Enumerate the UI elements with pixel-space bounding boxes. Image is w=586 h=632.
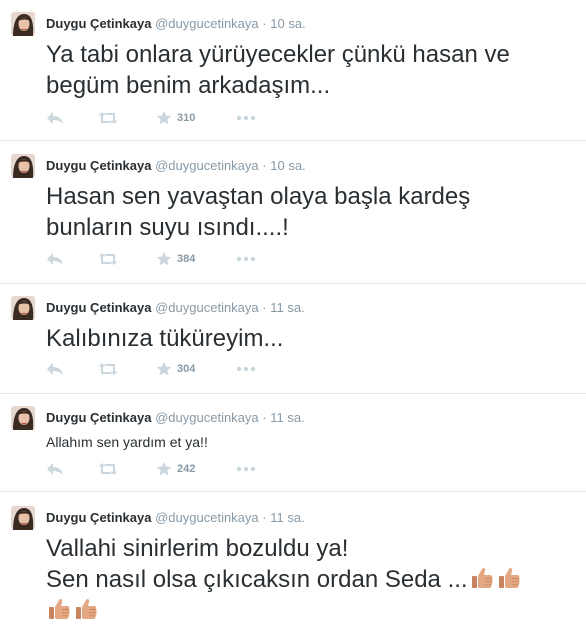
tweet[interactable]: Duygu Çetinkaya @duygucetinkaya · 11 sa.… <box>0 296 586 394</box>
tweet-feed: Duygu Çetinkaya @duygucetinkaya · 10 sa.… <box>0 0 586 632</box>
more-icon <box>236 256 256 262</box>
more-button[interactable] <box>236 361 256 377</box>
timestamp[interactable]: 10 sa. <box>270 158 305 173</box>
separator: · <box>262 158 267 173</box>
retweet-icon <box>98 361 118 377</box>
star-icon <box>156 361 172 377</box>
favorite-button[interactable]: 384 <box>156 251 195 267</box>
reply-button[interactable] <box>46 361 64 377</box>
favorite-count: 310 <box>177 112 196 124</box>
avatar[interactable] <box>11 406 35 430</box>
reply-button[interactable] <box>46 251 64 267</box>
reply-icon <box>46 251 64 267</box>
reply-icon <box>46 361 64 377</box>
emoji-line <box>45 595 576 626</box>
tweet-text-line: Vallahi sinirlerim bozuldu ya! <box>46 535 349 562</box>
tweet-header: Duygu Çetinkaya @duygucetinkaya · 11 sa. <box>46 410 305 426</box>
author-name[interactable]: Duygu Çetinkaya <box>46 158 151 173</box>
retweet-button[interactable] <box>98 251 118 267</box>
tweet-text: Allahım sen yardım et ya!! <box>46 434 208 450</box>
favorite-button[interactable]: 304 <box>156 361 195 377</box>
star-icon <box>156 251 172 267</box>
tweet[interactable]: Duygu Çetinkaya @duygucetinkaya · 11 sa.… <box>0 506 586 632</box>
author-handle[interactable]: @duygucetinkaya <box>155 158 259 173</box>
more-button[interactable] <box>236 251 256 267</box>
tweet-text: Kalıbınıza tüküreyim... <box>46 325 284 352</box>
favorite-count: 242 <box>177 463 196 475</box>
reply-button[interactable] <box>46 110 64 126</box>
tweet-actions: 384 <box>46 251 276 267</box>
tweet-header: Duygu Çetinkaya @duygucetinkaya · 11 sa. <box>46 510 305 526</box>
more-icon <box>236 466 256 472</box>
separator: · <box>262 510 267 525</box>
retweet-icon <box>98 461 118 477</box>
tweet-text-line-2: Sen nasıl olsa çıkıcaksın ordan Seda ... <box>46 564 576 595</box>
author-handle[interactable]: @duygucetinkaya <box>155 410 259 425</box>
retweet-button[interactable] <box>98 110 118 126</box>
tweet-actions: 310 <box>46 110 276 126</box>
tweet-actions: 242 <box>46 461 276 477</box>
author-handle[interactable]: @duygucetinkaya <box>155 16 259 31</box>
tweet-actions: 304 <box>46 361 276 377</box>
timestamp[interactable]: 11 sa. <box>270 300 304 315</box>
timestamp[interactable]: 11 sa. <box>270 410 304 425</box>
favorite-count: 384 <box>177 253 196 265</box>
reply-icon <box>46 110 64 126</box>
tweet-text: Vallahi sinirlerim bozuldu ya! Sen nasıl… <box>46 533 576 626</box>
tweet[interactable]: Duygu Çetinkaya @duygucetinkaya · 11 sa.… <box>0 406 586 492</box>
thumbs-up-emoji <box>496 565 522 591</box>
avatar[interactable] <box>11 296 35 320</box>
author-name[interactable]: Duygu Çetinkaya <box>46 410 151 425</box>
tweet[interactable]: Duygu Çetinkaya @duygucetinkaya · 10 sa.… <box>0 154 586 284</box>
tweet-text: Hasan sen yavaştan olaya başla kardeş bu… <box>46 183 471 241</box>
timestamp[interactable]: 11 sa. <box>270 510 304 525</box>
reply-button[interactable] <box>46 461 64 477</box>
tweet-header: Duygu Çetinkaya @duygucetinkaya · 10 sa. <box>46 158 306 174</box>
author-name[interactable]: Duygu Çetinkaya <box>46 16 151 31</box>
more-button[interactable] <box>236 461 256 477</box>
thumbs-up-emoji <box>469 565 495 591</box>
retweet-icon <box>98 110 118 126</box>
reply-icon <box>46 461 64 477</box>
favorite-count: 304 <box>177 363 196 375</box>
star-icon <box>156 110 172 126</box>
retweet-icon <box>98 251 118 267</box>
star-icon <box>156 461 172 477</box>
tweet-text: Ya tabi onlara yürüyecekler çünkü hasan … <box>46 41 510 99</box>
favorite-button[interactable]: 242 <box>156 461 195 477</box>
author-handle[interactable]: @duygucetinkaya <box>155 300 259 315</box>
separator: · <box>262 300 267 315</box>
tweet-header: Duygu Çetinkaya @duygucetinkaya · 10 sa. <box>46 16 306 32</box>
retweet-button[interactable] <box>98 461 118 477</box>
favorite-button[interactable]: 310 <box>156 110 195 126</box>
tweet[interactable]: Duygu Çetinkaya @duygucetinkaya · 10 sa.… <box>0 12 586 141</box>
author-handle[interactable]: @duygucetinkaya <box>155 510 259 525</box>
author-name[interactable]: Duygu Çetinkaya <box>46 510 151 525</box>
more-button[interactable] <box>236 110 256 126</box>
tweet-header: Duygu Çetinkaya @duygucetinkaya · 11 sa. <box>46 300 305 316</box>
author-name[interactable]: Duygu Çetinkaya <box>46 300 151 315</box>
timestamp[interactable]: 10 sa. <box>270 16 305 31</box>
thumbs-up-emoji <box>73 596 99 622</box>
avatar[interactable] <box>11 12 35 36</box>
retweet-button[interactable] <box>98 361 118 377</box>
tweet-text-line: Sen nasıl olsa çıkıcaksın ordan Seda ... <box>46 566 468 593</box>
more-icon <box>236 366 256 372</box>
avatar[interactable] <box>11 154 35 178</box>
avatar[interactable] <box>11 506 35 530</box>
more-icon <box>236 115 256 121</box>
separator: · <box>262 16 267 31</box>
thumbs-up-emoji <box>46 596 72 622</box>
separator: · <box>262 410 267 425</box>
